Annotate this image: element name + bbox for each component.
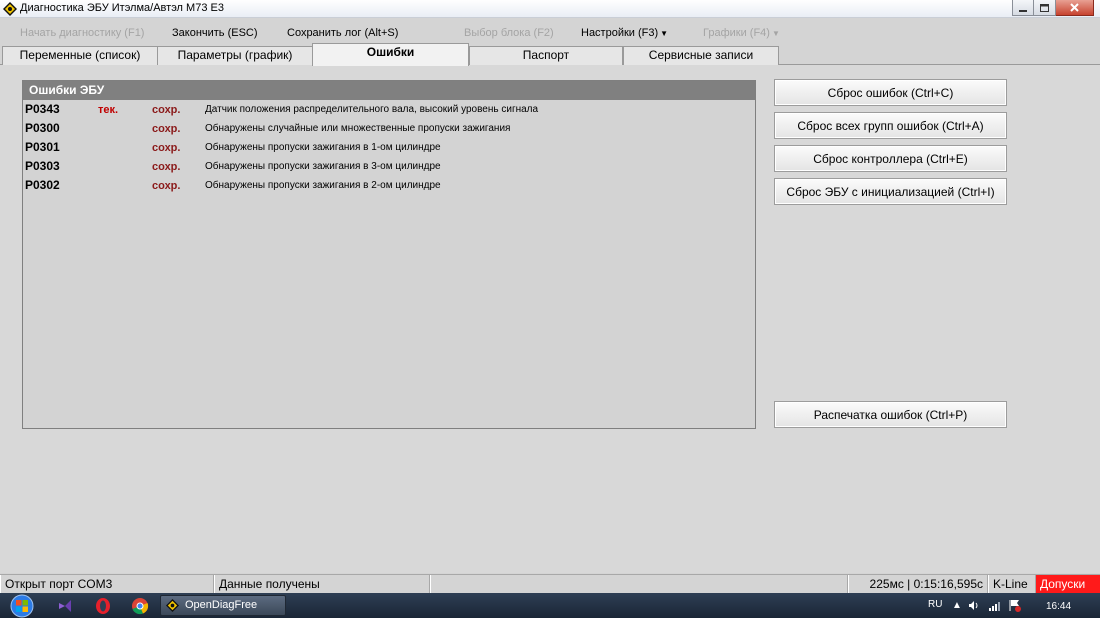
ecu-errors-panel: Ошибки ЭБУ P0343 тек. сохр. Датчик полож… — [22, 80, 756, 429]
ecu-errors-header: Ошибки ЭБУ — [23, 81, 755, 100]
error-code: P0302 — [25, 178, 60, 192]
status-tolerances[interactable]: Допуски — [1036, 575, 1100, 594]
app-logo-icon — [3, 2, 17, 16]
window-controls — [1012, 0, 1094, 16]
menu-finish[interactable]: Закончить (ESC) — [172, 27, 258, 39]
action-center-flag-icon[interactable] — [1008, 599, 1022, 612]
error-row[interactable]: P0302 сохр. Обнаружены пропуски зажигани… — [23, 176, 755, 195]
errors-page: Ошибки ЭБУ P0343 тек. сохр. Датчик полож… — [0, 65, 1100, 573]
error-saved-flag: сохр. — [152, 123, 181, 135]
reset-ecu-init-button[interactable]: Сброс ЭБУ с инициализацией (Ctrl+I) — [774, 178, 1007, 205]
menu-graphs[interactable]: Графики (F4) ▼ — [703, 27, 780, 39]
error-saved-flag: сохр. — [152, 180, 181, 192]
chrome-icon[interactable] — [131, 597, 149, 615]
error-code: P0301 — [25, 140, 60, 154]
error-code: P0303 — [25, 159, 60, 173]
menu-settings[interactable]: Настройки (F3) ▼ — [581, 27, 668, 39]
print-errors-button[interactable]: Распечатка ошибок (Ctrl+P) — [774, 401, 1007, 428]
tray-expand-icon[interactable]: ▲ — [952, 600, 962, 611]
reset-controller-button[interactable]: Сброс контроллера (Ctrl+E) — [774, 145, 1007, 172]
tray-clock[interactable]: 16:44 — [1046, 601, 1071, 612]
error-description: Обнаружены пропуски зажигания в 1-ом цил… — [205, 142, 441, 153]
chevron-down-icon: ▼ — [771, 29, 780, 38]
tab-variables-list[interactable]: Переменные (список) — [2, 46, 158, 65]
menu-graphs-label: Графики (F4) — [703, 27, 770, 39]
windows-logo-icon — [10, 594, 34, 617]
tray-language[interactable]: RU — [928, 599, 942, 610]
chevron-down-icon: ▼ — [660, 29, 669, 38]
close-button[interactable] — [1056, 0, 1094, 16]
status-bar: Открыт порт COM3 Данные получены 225мс |… — [0, 574, 1100, 594]
menu-save-log[interactable]: Сохранить лог (Alt+S) — [287, 27, 398, 39]
menu-settings-label: Настройки (F3) — [581, 27, 659, 39]
status-data: Данные получены — [214, 575, 430, 594]
error-saved-flag: сохр. — [152, 104, 181, 116]
tab-errors[interactable]: Ошибки — [312, 43, 469, 66]
error-description: Обнаружены случайные или множественные п… — [205, 123, 511, 134]
menu-start-diagnostics[interactable]: Начать диагностику (F1) — [20, 27, 144, 39]
maximize-icon — [1040, 3, 1049, 12]
window-titlebar[interactable]: Диагностика ЭБУ Итэлма/Автэл M73 E3 — [0, 0, 1100, 18]
error-saved-flag: сохр. — [152, 142, 181, 154]
close-icon — [1070, 3, 1079, 12]
menu-select-block[interactable]: Выбор блока (F2) — [464, 27, 554, 39]
reset-errors-button[interactable]: Сброс ошибок (Ctrl+C) — [774, 79, 1007, 106]
opera-icon[interactable] — [94, 597, 112, 615]
tab-parameters-graph[interactable]: Параметры (график) — [157, 46, 313, 65]
error-description: Обнаружены пропуски зажигания в 3-ом цил… — [205, 161, 441, 172]
menu-bar: Начать диагностику (F1) Закончить (ESC) … — [0, 18, 1100, 45]
tab-bar: Переменные (список) Параметры (график) О… — [0, 43, 1100, 66]
error-description: Обнаружены пропуски зажигания в 2-ом цил… — [205, 180, 441, 191]
error-description: Датчик положения распределительного вала… — [205, 104, 539, 115]
error-row[interactable]: P0343 тек. сохр. Датчик положения распре… — [23, 100, 755, 119]
window-title: Диагностика ЭБУ Итэлма/Автэл M73 E3 — [20, 2, 224, 14]
maximize-button[interactable] — [1034, 0, 1056, 16]
start-button[interactable] — [6, 593, 38, 618]
network-signal-icon[interactable] — [988, 600, 1000, 611]
tab-service-records[interactable]: Сервисные записи — [623, 46, 779, 65]
error-current-flag: тек. — [98, 104, 119, 116]
visual-studio-icon[interactable] — [56, 597, 74, 615]
minimize-button[interactable] — [1012, 0, 1034, 16]
error-code: P0343 — [25, 102, 60, 116]
speaker-icon[interactable] — [968, 600, 980, 611]
taskbar-app-label: OpenDiagFree — [185, 599, 258, 611]
error-code: P0300 — [25, 121, 60, 135]
reset-all-groups-button[interactable]: Сброс всех групп ошибок (Ctrl+A) — [774, 112, 1007, 139]
status-protocol: K-Line — [988, 575, 1036, 594]
error-row[interactable]: P0303 сохр. Обнаружены пропуски зажигани… — [23, 157, 755, 176]
status-timing: 225мс | 0:15:16,595с — [848, 575, 988, 594]
status-empty — [430, 575, 848, 594]
tab-passport[interactable]: Паспорт — [469, 46, 623, 65]
error-row[interactable]: P0301 сохр. Обнаружены пропуски зажигани… — [23, 138, 755, 157]
app-logo-icon — [166, 599, 179, 612]
taskbar-app-opendiag[interactable]: OpenDiagFree — [160, 595, 286, 616]
status-port: Открыт порт COM3 — [0, 575, 214, 594]
taskbar: OpenDiagFree RU ▲ 16:44 — [0, 593, 1100, 618]
error-row[interactable]: P0300 сохр. Обнаружены случайные или мно… — [23, 119, 755, 138]
minimize-icon — [1019, 9, 1027, 12]
error-saved-flag: сохр. — [152, 161, 181, 173]
